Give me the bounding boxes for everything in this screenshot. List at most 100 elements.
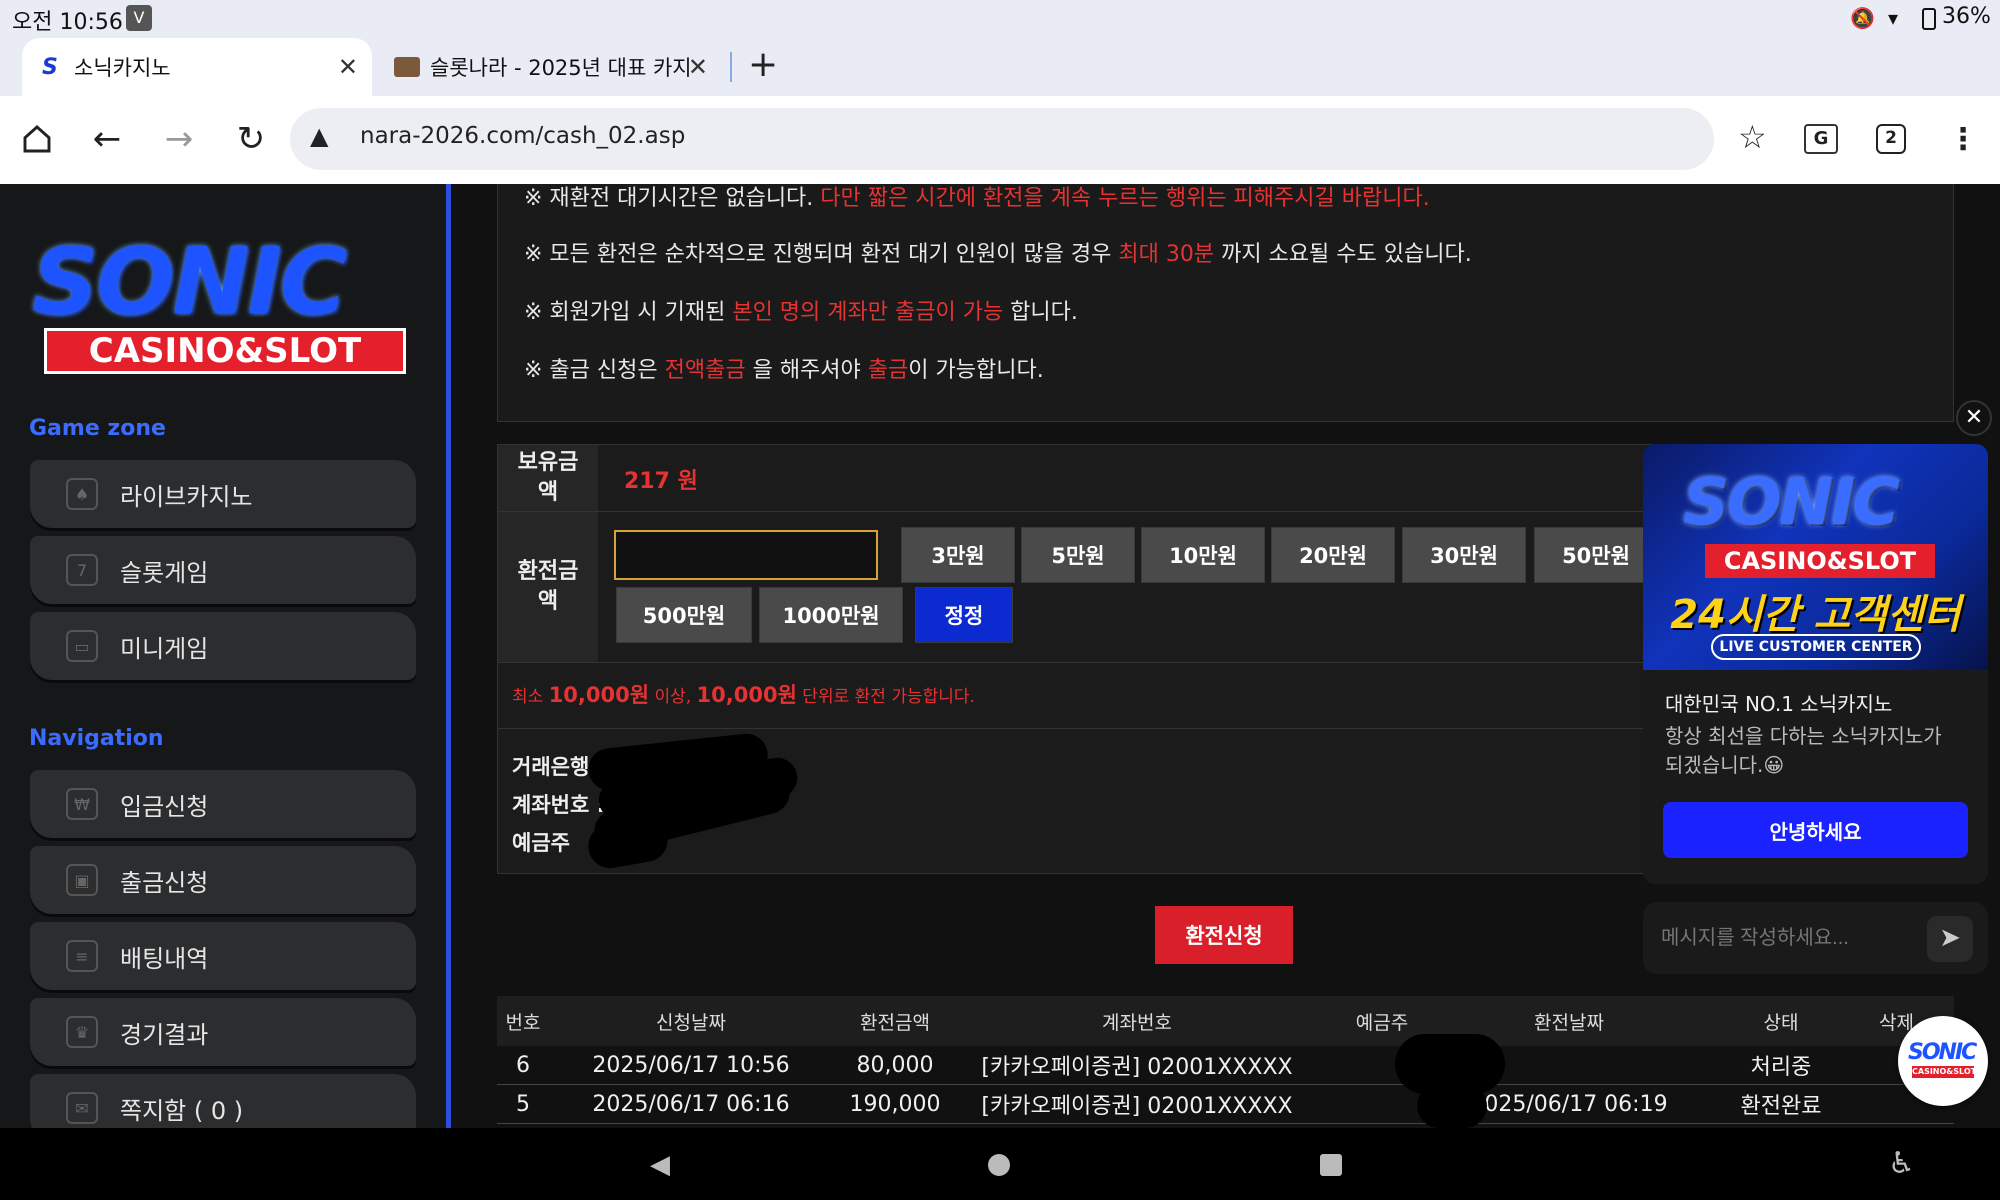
browser-toolbar: ← → ↻ ▲ nara-2026.com/cash_02.asp ☆ G 2 … — [0, 96, 2000, 184]
sidebar-item-slot-game[interactable]: 7 슬롯게임 — [30, 536, 416, 604]
amount-button-200k[interactable]: 20만원 — [1271, 527, 1395, 583]
forward-icon[interactable]: → — [154, 114, 204, 164]
system-recents-icon[interactable] — [1320, 1154, 1342, 1176]
tab-slotnara[interactable]: 슬롯나라 - 2025년 대표 카지노 ✕ — [382, 38, 722, 96]
chat-input-bar: ➤ — [1643, 902, 1988, 974]
new-tab-icon[interactable]: + — [748, 44, 778, 85]
not-secure-warning-icon[interactable]: ▲ — [310, 122, 328, 150]
mini-game-icon: ▭ — [66, 630, 98, 662]
trophy-icon: ♛ — [66, 1016, 98, 1048]
close-tab-icon[interactable]: ✕ — [688, 53, 708, 81]
address-bar[interactable]: ▲ nara-2026.com/cash_02.asp ☆ — [290, 108, 1767, 170]
chat-greeting-button[interactable]: 안녕하세요 — [1663, 802, 1968, 858]
sidebar-item-deposit[interactable]: ₩ 입금신청 — [30, 770, 416, 838]
banner-sonic-text: SONIC — [1683, 466, 1900, 540]
cards-icon: ♠ — [66, 478, 98, 510]
translate-icon[interactable]: G — [1796, 114, 1846, 164]
chat-banner: SONIC CASINO&SLOT 24시간 고객센터 LIVE CUSTOME… — [1643, 444, 1988, 670]
bookmark-star-icon[interactable]: ☆ — [1738, 118, 1767, 156]
redaction-mark — [1417, 1084, 1487, 1128]
table-header: 상태 — [1691, 996, 1871, 1046]
banner-24h-text: 24시간 고객센터 — [1670, 592, 1961, 638]
sidebar-item-label: 슬롯게임 — [120, 558, 209, 587]
site-logo[interactable]: SONIC CASINO&SLOT — [24, 228, 424, 382]
floating-logo-sonic: SONIC — [1908, 1040, 1977, 1065]
sonic-favicon-icon: S — [42, 54, 58, 80]
game-zone-title: Game zone — [29, 416, 166, 441]
amount-button-300k[interactable]: 30만원 — [1402, 527, 1526, 583]
chat-widget: SONIC CASINO&SLOT 24시간 고객센터 LIVE CUSTOME… — [1643, 444, 1988, 884]
notice-line-2: ※ 모든 환전은 순차적으로 진행되며 환전 대기 인원이 많을 경우 최대 3… — [524, 242, 1472, 267]
tab-sonic[interactable]: S 소닉카지노 ✕ — [22, 38, 372, 96]
app-notification-icon: V — [126, 5, 152, 31]
system-navigation-bar: ◀ ♿ — [0, 1128, 2000, 1200]
back-icon[interactable]: ← — [82, 114, 132, 164]
chat-body: 항상 최선을 다하는 소닉카지노가 되겠습니다.😀 — [1665, 724, 1942, 777]
send-icon[interactable]: ➤ — [1927, 916, 1973, 962]
amount-button-500k[interactable]: 50만원 — [1534, 527, 1658, 583]
floating-logo-casino: CASINO&SLOT — [1912, 1066, 1977, 1078]
sidebar-item-label: 출금신청 — [120, 868, 209, 897]
banner-live-text: LIVE CUSTOMER CENTER — [1711, 634, 1921, 660]
reload-icon[interactable]: ↻ — [226, 114, 276, 164]
home-icon[interactable] — [12, 114, 62, 164]
tab-count: 2 — [1876, 124, 1906, 154]
web-page: SONIC CASINO&SLOT Game zone ♠ 라이브카지노 7 슬… — [0, 184, 2000, 1128]
more-menu-icon[interactable]: ⋮ — [1938, 114, 1988, 164]
floating-chat-launcher[interactable]: SONIC CASINO&SLOT — [1898, 1016, 1988, 1106]
sidebar-item-label: 경기결과 — [120, 1020, 209, 1049]
withdraw-rule-text: 최소 10,000원 이상, 10,000원 단위로 환전 가능합니다. — [512, 683, 975, 707]
accessibility-icon[interactable]: ♿ — [1888, 1146, 1915, 1181]
tab-title: 슬롯나라 - 2025년 대표 카지노 — [430, 56, 692, 80]
amount-input[interactable] — [614, 530, 878, 580]
table-header: 신청날짜 — [549, 996, 833, 1046]
amount-button-5m[interactable]: 500만원 — [616, 587, 752, 643]
tab-title: 소닉카지노 — [74, 56, 171, 80]
browser-tab-bar: S 소닉카지노 ✕ 슬롯나라 - 2025년 대표 카지노 ✕ + — [0, 38, 2000, 96]
navigation-title: Navigation — [29, 726, 164, 751]
notice-box: ※ 재환전 대기시간은 없습니다. 다만 짧은 시간에 환전을 계속 누르는 행… — [497, 184, 1954, 422]
table-row: 5 2025/06/17 06:16 190,000 [카카오페이증권] 020… — [516, 1091, 1822, 1120]
slot-favicon-icon — [394, 57, 420, 77]
system-back-icon[interactable]: ◀ — [650, 1150, 670, 1180]
account-holder-label: 예금주 — [512, 831, 570, 855]
amount-button-10m[interactable]: 1000만원 — [759, 587, 903, 643]
sidebar-item-label: 쪽지함 ( 0 ) — [120, 1096, 244, 1125]
wallet-icon: ▣ — [66, 864, 98, 896]
system-home-icon[interactable] — [988, 1154, 1010, 1176]
chat-message-input[interactable] — [1653, 916, 1923, 960]
battery-percent: 36% — [1942, 4, 1991, 29]
sidebar-item-label: 미니게임 — [120, 634, 209, 663]
sidebar-item-messages[interactable]: ✉ 쪽지함 ( 0 ) — [30, 1074, 416, 1128]
close-tab-icon[interactable]: ✕ — [338, 53, 358, 81]
table-header: 계좌번호 — [957, 996, 1317, 1046]
logo-sonic-text: SONIC — [32, 228, 347, 335]
reset-button[interactable]: 정정 — [915, 587, 1013, 643]
sidebar-item-match-results[interactable]: ♛ 경기결과 — [30, 998, 416, 1066]
notice-line-4: ※ 출금 신청은 전액출금 을 해주셔야 출금이 가능합니다. — [524, 358, 1044, 383]
wifi-icon: ▾ — [1888, 6, 1899, 30]
deposit-icon: ₩ — [66, 788, 98, 820]
mute-icon: 🔕 — [1850, 6, 1875, 30]
sidebar-item-mini-game[interactable]: ▭ 미니게임 — [30, 612, 416, 680]
amount-button-50k[interactable]: 5만원 — [1021, 527, 1135, 583]
amount-button-30k[interactable]: 3만원 — [901, 527, 1015, 583]
sidebar-divider — [446, 184, 451, 1128]
sidebar-item-withdraw[interactable]: ▣ 출금신청 — [30, 846, 416, 914]
withdraw-submit-button[interactable]: 환전신청 — [1155, 906, 1293, 964]
amount-button-100k[interactable]: 10만원 — [1141, 527, 1265, 583]
sidebar-item-bet-history[interactable]: ≡ 배팅내역 — [30, 922, 416, 990]
balance-value: 217 원 — [624, 469, 698, 494]
logo-casino-slot-text: CASINO&SLOT — [44, 328, 406, 374]
tab-switcher-button[interactable]: 2 — [1866, 114, 1916, 164]
sidebar-item-live-casino[interactable]: ♠ 라이브카지노 — [30, 460, 416, 528]
notice-line-3: ※ 회원가입 시 기재된 본인 명의 계좌만 출금이 가능 합니다. — [524, 300, 1078, 325]
tab-divider — [730, 52, 732, 82]
balance-label: 보유금액 — [498, 445, 598, 511]
chat-close-icon[interactable]: ✕ — [1956, 400, 1992, 436]
battery-icon — [1922, 8, 1936, 30]
history-icon: ≡ — [66, 940, 98, 972]
table-row: 6 2025/06/17 10:56 80,000 [카카오페이증권] 0200… — [516, 1052, 1812, 1081]
chat-title: 대한민국 NO.1 소닉카지노 — [1665, 692, 1893, 716]
url-text[interactable]: nara-2026.com/cash_02.asp — [360, 123, 685, 149]
